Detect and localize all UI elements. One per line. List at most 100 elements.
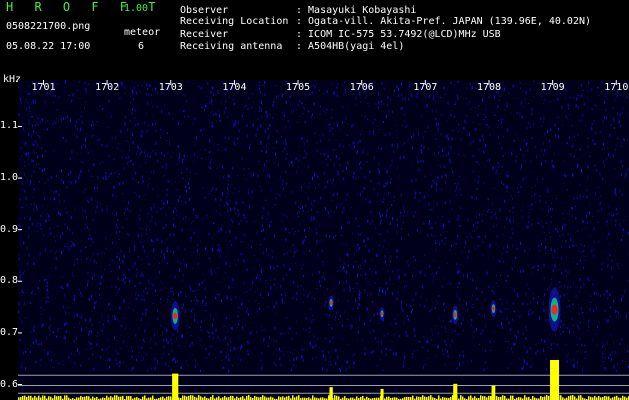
- noise-speck: [192, 267, 194, 270]
- noise-speck: [341, 179, 343, 181]
- noise-speck: [329, 128, 331, 132]
- noise-speck: [581, 352, 582, 354]
- noise-speck: [450, 82, 452, 85]
- noise-speck: [419, 272, 421, 274]
- noise-speck: [369, 170, 371, 174]
- noise-speck: [488, 126, 490, 128]
- noise-speck: [504, 199, 506, 203]
- noise-speck: [472, 326, 474, 327]
- noise-speck: [239, 359, 241, 362]
- noise-speck: [452, 129, 454, 132]
- noise-speck: [447, 137, 449, 141]
- noise-speck: [442, 285, 443, 289]
- noise-speck: [622, 360, 624, 362]
- noise-speck: [260, 278, 262, 282]
- noise-speck: [69, 157, 71, 160]
- noise-speck: [401, 107, 403, 111]
- noise-speck: [442, 226, 444, 229]
- noise-speck: [619, 188, 621, 192]
- noise-speck: [55, 298, 57, 300]
- noise-speck: [219, 119, 221, 122]
- noise-speck: [116, 363, 118, 365]
- noise-speck: [435, 242, 437, 245]
- noise-speck: [166, 328, 168, 332]
- noise-speck: [280, 363, 282, 367]
- noise-speck: [291, 352, 293, 355]
- noise-speck: [297, 122, 299, 124]
- noise-speck: [295, 109, 297, 111]
- noise-speck: [360, 160, 362, 164]
- noise-speck: [562, 212, 564, 215]
- noise-speck: [33, 143, 35, 146]
- noise-speck: [203, 128, 205, 130]
- noise-speck: [221, 224, 223, 226]
- noise-speck: [282, 277, 284, 281]
- noise-speck: [602, 345, 604, 348]
- noise-speck: [369, 200, 371, 204]
- noise-speck: [525, 91, 527, 95]
- noise-speck: [151, 283, 153, 285]
- noise-speck: [275, 364, 276, 367]
- noise-speck: [512, 350, 513, 354]
- noise-speck: [478, 105, 480, 107]
- noise-speck: [77, 262, 79, 264]
- noise-speck: [514, 240, 516, 242]
- noise-speck: [559, 92, 561, 94]
- noise-speck: [275, 340, 277, 343]
- noise-speck: [143, 290, 145, 292]
- noise-speck: [24, 165, 26, 167]
- noise-speck: [33, 170, 35, 173]
- noise-speck: [331, 186, 333, 188]
- noise-speck: [432, 97, 434, 101]
- noise-speck: [67, 226, 68, 230]
- noise-speck: [317, 253, 319, 257]
- noise-speck: [241, 344, 243, 348]
- noise-speck: [185, 295, 187, 298]
- noise-speck: [540, 125, 542, 127]
- noise-speck: [104, 268, 106, 271]
- noise-speck: [269, 143, 271, 145]
- noise-speck: [136, 298, 138, 300]
- noise-speck: [96, 186, 98, 190]
- noise-speck: [308, 110, 310, 113]
- noise-speck: [231, 244, 233, 246]
- noise-speck: [472, 140, 474, 143]
- noise-speck: [118, 319, 120, 323]
- noise-speck: [300, 264, 302, 266]
- noise-speck: [523, 358, 525, 360]
- level-bar: [28, 395, 30, 400]
- echo-core: [453, 312, 457, 318]
- noise-speck: [507, 128, 509, 132]
- noise-speck: [147, 187, 149, 189]
- noise-speck: [359, 163, 361, 166]
- noise-speck: [603, 345, 605, 347]
- noise-speck: [183, 263, 185, 266]
- noise-speck: [477, 114, 479, 117]
- noise-speck: [25, 99, 27, 101]
- noise-speck: [323, 171, 325, 175]
- noise-speck: [195, 296, 196, 299]
- noise-speck: [462, 317, 464, 321]
- noise-speck: [483, 114, 485, 115]
- observer-label: Observer: [180, 5, 229, 16]
- noise-speck: [264, 286, 266, 288]
- noise-speck: [275, 156, 277, 159]
- noise-speck: [190, 198, 192, 200]
- noise-speck: [429, 309, 431, 312]
- level-bar: [428, 396, 430, 400]
- noise-speck: [229, 349, 231, 352]
- noise-speck: [171, 298, 173, 300]
- noise-speck: [621, 239, 622, 241]
- noise-speck: [531, 113, 533, 115]
- noise-speck: [610, 219, 612, 222]
- noise-speck: [497, 246, 499, 248]
- noise-speck: [295, 365, 297, 367]
- noise-speck: [305, 317, 307, 320]
- noise-speck: [162, 353, 164, 355]
- noise-speck: [259, 308, 261, 311]
- noise-speck: [544, 293, 546, 296]
- noise-speck: [519, 183, 521, 186]
- noise-speck: [108, 315, 110, 318]
- noise-speck: [440, 165, 442, 169]
- noise-speck: [85, 132, 87, 135]
